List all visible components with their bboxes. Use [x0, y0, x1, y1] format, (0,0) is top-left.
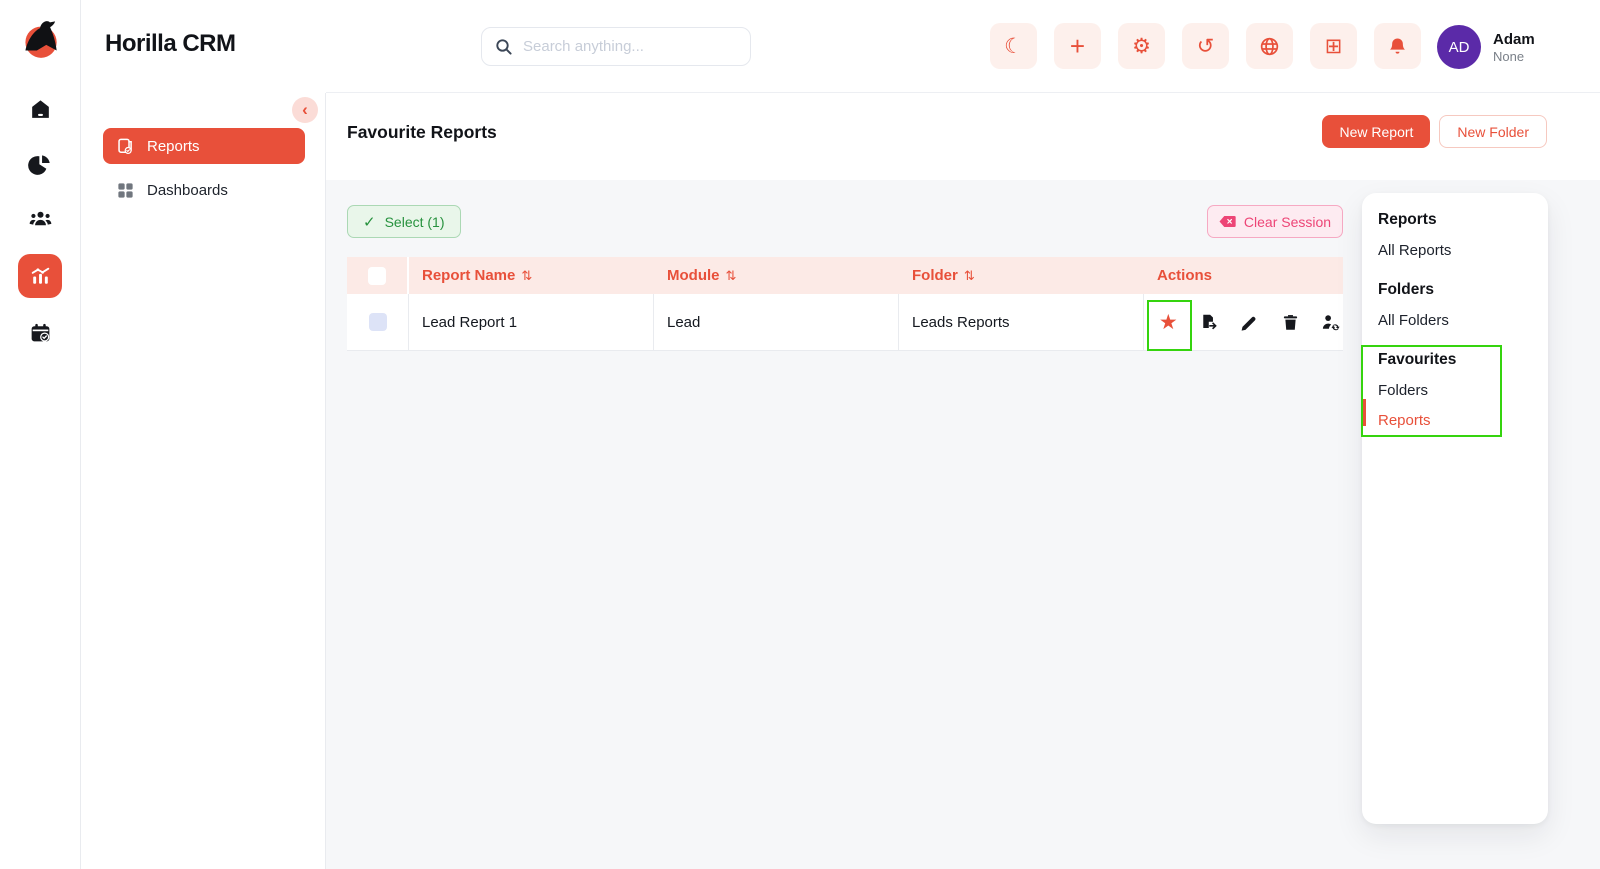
filter-item-all-reports[interactable]: All Reports: [1378, 242, 1532, 259]
sidebar-item-analytics[interactable]: [20, 144, 60, 184]
pencil-icon: [1240, 313, 1259, 332]
reports-table: Report Name ⇅ Module ⇅ Folder ⇅ Actions …: [347, 257, 1343, 351]
calendar-check-icon: [28, 321, 53, 346]
star-icon: ★: [1159, 312, 1178, 333]
page-title: Favourite Reports: [347, 122, 497, 143]
select-button-label: Select (1): [385, 214, 445, 230]
clear-session-button[interactable]: Clear Session: [1207, 205, 1343, 238]
search-input[interactable]: [523, 38, 737, 55]
notifications-button[interactable]: [1374, 23, 1421, 69]
bar-chart-icon: [28, 264, 53, 289]
user-name: Adam: [1493, 31, 1535, 48]
apps-grid-icon: ⊞: [1325, 34, 1343, 59]
sidebar-item-label: Dashboards: [147, 182, 228, 199]
check-icon: ✓: [363, 213, 376, 231]
filter-item-favourite-folders[interactable]: Folders: [1378, 382, 1532, 399]
apps-button[interactable]: ⊞: [1310, 23, 1357, 69]
filter-group-title-favourites: Favourites: [1378, 351, 1532, 369]
row-checkbox[interactable]: [369, 313, 387, 331]
active-item-indicator: [1362, 399, 1366, 426]
bell-icon: [1387, 36, 1408, 57]
sort-icon[interactable]: ⇅: [521, 268, 532, 284]
filter-item-all-folders[interactable]: All Folders: [1378, 312, 1532, 329]
history-icon: ↺: [1197, 34, 1215, 59]
people-icon: [28, 207, 53, 232]
history-button[interactable]: ↺: [1182, 23, 1229, 69]
dashboard-grid-icon: [116, 181, 135, 200]
avatar[interactable]: AD: [1437, 25, 1481, 69]
moon-icon: ☾: [1004, 34, 1023, 59]
cell-module: Lead: [654, 294, 899, 350]
app-root: Horilla CRM ‹ Reports Dashboards: [0, 0, 1600, 869]
page-header: Favourite Reports New Report New Folder: [326, 93, 1600, 180]
sidebar-item-schedule[interactable]: [20, 313, 60, 353]
filter-group-title-reports: Reports: [1378, 211, 1532, 229]
sort-icon[interactable]: ⇅: [964, 268, 975, 284]
cell-report-name: Lead Report 1: [409, 294, 654, 350]
backspace-icon: [1219, 215, 1236, 228]
sidebar-item-contacts[interactable]: [20, 199, 60, 239]
primary-sidebar: [0, 0, 81, 869]
dark-mode-button[interactable]: ☾: [990, 23, 1037, 69]
filter-item-favourite-reports[interactable]: Reports: [1378, 412, 1532, 429]
trash-icon: [1281, 313, 1300, 332]
secondary-sidebar: Horilla CRM ‹ Reports Dashboards: [81, 0, 326, 869]
home-icon: [28, 97, 53, 122]
primary-nav: [0, 89, 80, 353]
quick-add-button[interactable]: +: [1054, 23, 1101, 69]
gear-icon: ⚙: [1132, 34, 1151, 59]
cell-actions: ★: [1144, 294, 1341, 350]
search-box[interactable]: [481, 27, 751, 66]
export-report-button[interactable]: [1199, 310, 1220, 334]
column-header-report-name: Report Name: [422, 267, 515, 284]
sort-icon[interactable]: ⇅: [726, 268, 737, 284]
clear-session-label: Clear Session: [1244, 214, 1331, 230]
user-role: None: [1493, 49, 1535, 64]
sidebar-item-label: Reports: [147, 138, 200, 155]
report-document-icon: [116, 137, 135, 156]
app-logo-gorilla-icon[interactable]: [15, 12, 65, 62]
select-button[interactable]: ✓ Select (1): [347, 205, 461, 238]
delete-report-button[interactable]: [1280, 310, 1301, 334]
column-header-folder: Folder: [912, 267, 958, 284]
user-info: Adam None: [1493, 31, 1535, 64]
person-sync-icon: [1321, 313, 1340, 332]
pie-chart-icon: [28, 152, 53, 177]
search-icon: [495, 38, 513, 56]
header-divider: [326, 92, 1600, 93]
filter-panel: Reports All Reports Folders All Folders …: [1362, 193, 1548, 824]
favourite-star-button[interactable]: ★: [1158, 310, 1179, 334]
sidebar-item-reports-menu[interactable]: Reports: [103, 128, 305, 164]
globe-icon: [1259, 36, 1280, 57]
app-title: Horilla CRM: [105, 30, 236, 58]
settings-button[interactable]: ⚙: [1118, 23, 1165, 69]
plus-icon: +: [1070, 33, 1085, 59]
cell-folder: Leads Reports: [899, 294, 1144, 350]
column-header-module: Module: [667, 267, 720, 284]
new-folder-button[interactable]: New Folder: [1439, 115, 1547, 148]
collapse-sidebar-button[interactable]: ‹: [292, 97, 318, 123]
new-report-button[interactable]: New Report: [1322, 115, 1430, 148]
sidebar-item-home[interactable]: [20, 89, 60, 129]
export-icon: [1199, 313, 1218, 332]
chevron-left-icon: ‹: [302, 101, 308, 118]
user-menu[interactable]: AD Adam None: [1437, 25, 1535, 69]
sidebar-item-reports[interactable]: [18, 254, 62, 298]
table-header-row: Report Name ⇅ Module ⇅ Folder ⇅ Actions: [347, 257, 1343, 294]
sidebar-item-dashboards-menu[interactable]: Dashboards: [103, 174, 305, 206]
edit-report-button[interactable]: [1239, 310, 1260, 334]
language-button[interactable]: [1246, 23, 1293, 69]
filter-group-title-folders: Folders: [1378, 281, 1532, 299]
select-all-checkbox[interactable]: [368, 267, 386, 285]
column-header-actions: Actions: [1157, 267, 1212, 284]
table-row: Lead Report 1 Lead Leads Reports ★: [347, 294, 1343, 351]
header-actions: ☾ + ⚙ ↺ ⊞: [990, 23, 1421, 69]
reassign-report-button[interactable]: [1320, 310, 1341, 334]
page-actions: New Report New Folder: [1322, 115, 1547, 148]
